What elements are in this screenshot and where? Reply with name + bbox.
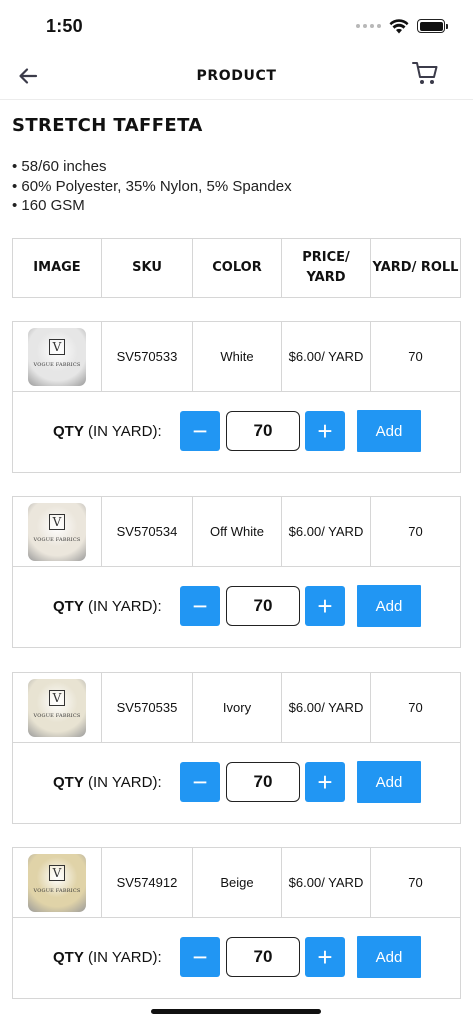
qty-decrement-button[interactable]: − [180,586,220,626]
qty-decrement-button[interactable]: − [180,937,220,977]
qty-input[interactable]: 70 [226,586,300,626]
brand-monogram: V [49,514,65,530]
sku-cell: SV574912 [102,848,193,917]
color-cell: Ivory [193,673,282,742]
color-cell: White [193,322,282,391]
yard-roll-cell: 70 [408,524,423,539]
add-to-cart-button[interactable]: Add [357,936,421,978]
brand-monogram: V [49,690,65,706]
yard-roll-cell: 70 [408,875,423,890]
brand-monogram: V [49,339,65,355]
fabric-swatch-image[interactable]: V VOGUE FABRICS [28,327,86,386]
brand-monogram: V [49,865,65,881]
color-cell: Off White [193,497,282,566]
qty-decrement-button[interactable]: − [180,411,220,451]
brand-text: VOGUE FABRICS [33,888,81,894]
price-cell: $6.00/ YARD [282,497,371,566]
table-row: V VOGUE FABRICS SV570534 Off White $6.00… [13,497,460,567]
plus-icon: + [317,942,333,972]
fabric-swatch-image[interactable]: V VOGUE FABRICS [28,502,86,561]
add-to-cart-button[interactable]: Add [357,410,421,452]
sku-cell: SV570534 [102,497,193,566]
header-color: COLOR [193,239,282,297]
price-cell: $6.00/ YARD [282,322,371,391]
add-to-cart-button[interactable]: Add [357,761,421,803]
minus-icon: − [192,942,208,972]
minus-icon: − [192,591,208,621]
price-cell: $6.00/ YARD [282,848,371,917]
table-header: IMAGE SKU COLOR PRICE/ YARD YARD/ ROLL [12,238,461,298]
brand-text: VOGUE FABRICS [33,537,81,543]
qty-row: QTY (IN YARD): − 70 + Add [13,918,460,998]
yard-roll-cell: 70 [408,700,423,715]
add-to-cart-button[interactable]: Add [357,585,421,627]
sku-cell: SV570535 [102,673,193,742]
yard-roll-cell: 70 [408,349,423,364]
brand-text: VOGUE FABRICS [33,713,81,719]
product-row-card: V VOGUE FABRICS SV574912 Beige $6.00/ YA… [12,847,461,999]
plus-icon: + [317,416,333,446]
qty-increment-button[interactable]: + [305,586,345,626]
product-row-card: V VOGUE FABRICS SV570534 Off White $6.00… [12,496,461,648]
sku-cell: SV570533 [102,322,193,391]
spec-weight: 160 GSM [12,196,473,216]
table-row: V VOGUE FABRICS SV574912 Beige $6.00/ YA… [13,848,460,918]
qty-input[interactable]: 70 [226,937,300,977]
minus-icon: − [192,767,208,797]
plus-icon: + [317,767,333,797]
qty-increment-button[interactable]: + [305,937,345,977]
table-row: V VOGUE FABRICS SV570535 Ivory $6.00/ YA… [13,673,460,743]
fabric-swatch-image[interactable]: V VOGUE FABRICS [28,678,86,737]
product-title: STRETCH TAFFETA [12,115,203,136]
qty-input[interactable]: 70 [226,411,300,451]
table-row: V VOGUE FABRICS SV570533 White $6.00/ YA… [13,322,460,392]
wifi-icon [389,18,409,33]
product-specs: 58/60 inches 60% Polyester, 35% Nylon, 5… [12,157,473,216]
qty-row: QTY (IN YARD): − 70 + Add [13,743,460,823]
back-arrow-icon[interactable] [16,64,40,88]
cellular-signal-icon [356,24,381,28]
header-image: IMAGE [13,239,102,297]
header-yard-roll: YARD/ ROLL [372,260,459,275]
cart-icon[interactable] [411,59,439,87]
plus-icon: + [317,591,333,621]
spec-composition: 60% Polyester, 35% Nylon, 5% Spandex [12,177,473,197]
qty-input[interactable]: 70 [226,762,300,802]
qty-row: QTY (IN YARD): − 70 + Add [13,392,460,472]
qty-increment-button[interactable]: + [305,762,345,802]
fabric-swatch-image[interactable]: V VOGUE FABRICS [28,853,86,912]
color-cell: Beige [193,848,282,917]
qty-row: QTY (IN YARD): − 70 + Add [13,567,460,647]
product-row-card: V VOGUE FABRICS SV570535 Ivory $6.00/ YA… [12,672,461,824]
status-time: 1:50 [46,15,83,36]
qty-label: QTY (IN YARD): [53,774,162,791]
status-icons [356,18,448,34]
header-sku: SKU [102,239,193,297]
nav-bar: PRODUCT [0,52,473,100]
page-title: PRODUCT [196,67,277,84]
qty-label: QTY (IN YARD): [53,423,162,440]
price-cell: $6.00/ YARD [282,673,371,742]
product-row-card: V VOGUE FABRICS SV570533 White $6.00/ YA… [12,321,461,473]
qty-label: QTY (IN YARD): [53,949,162,966]
qty-increment-button[interactable]: + [305,411,345,451]
status-bar: 1:50 [0,0,473,52]
header-price-yard: PRICE/ YARD [282,239,371,297]
home-indicator[interactable] [151,1009,321,1014]
brand-text: VOGUE FABRICS [33,362,81,368]
qty-label: QTY (IN YARD): [53,598,162,615]
spec-width: 58/60 inches [12,157,473,177]
minus-icon: − [192,416,208,446]
battery-icon [417,19,448,33]
qty-decrement-button[interactable]: − [180,762,220,802]
